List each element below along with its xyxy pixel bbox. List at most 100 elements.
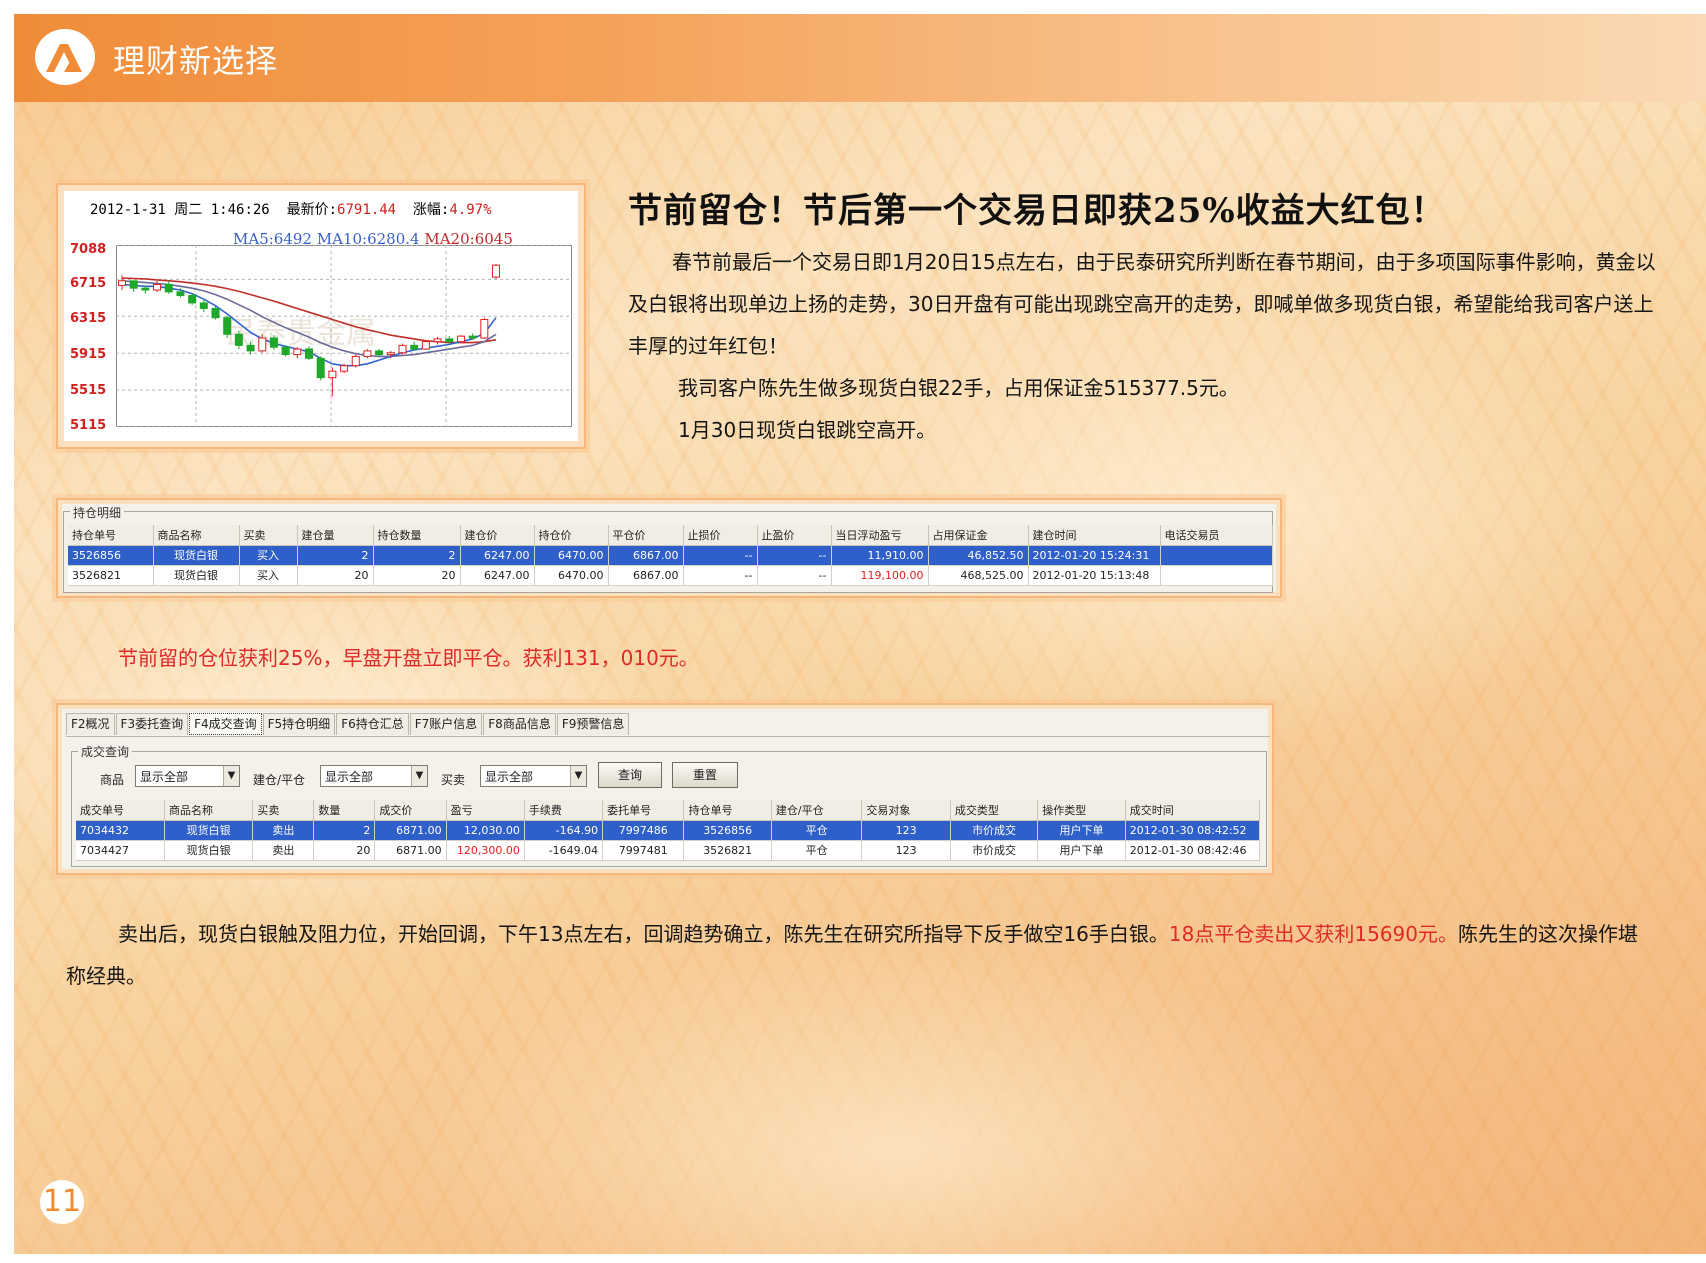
table-cell: 2 xyxy=(313,820,376,841)
table-cell: 11,910.00 xyxy=(831,545,929,566)
table-row[interactable]: 7034427 现货白银 卖出 20 6871.00 120,300.00 -1649.04… xyxy=(76,840,1261,861)
tab-item[interactable]: F6持仓汇总 xyxy=(336,713,409,735)
column-header[interactable]: 商品名称 xyxy=(153,525,240,546)
tab-item[interactable]: F7账户信息 xyxy=(409,713,483,735)
positions-header-row: 持仓单号 商品名称 买卖 建仓量 持仓数量 建仓价 持仓价 平仓价 止损价 止盈价 当日浮动盈亏 占用… xyxy=(68,525,1273,546)
trades-group-title: 成交查询 xyxy=(78,743,133,760)
column-header[interactable]: 建仓时间 xyxy=(1028,525,1161,546)
function-tabs: F2概况 F3委托查询 F4成交查询 F5持仓明细 F6持仓汇总 F7账户信息 F8商品信息… xyxy=(66,713,630,735)
candle-body xyxy=(433,338,442,343)
candle-body xyxy=(421,341,430,350)
query-button[interactable]: 查询 xyxy=(598,762,662,788)
table-row[interactable]: 3526856 现货白银 买入 2 2 6247.00 6470.00 6867.00 -- --… xyxy=(68,545,1273,566)
column-header[interactable]: 盈亏 xyxy=(446,800,525,821)
table-cell: 现货白银 xyxy=(164,840,254,861)
column-header[interactable]: 委托单号 xyxy=(602,800,685,821)
table-cell: 2012-01-30 08:42:52 xyxy=(1125,820,1261,841)
table-cell: 2012-01-20 15:24:31 xyxy=(1028,545,1161,566)
reset-button[interactable]: 重置 xyxy=(672,762,738,788)
column-header[interactable]: 电话交易员 xyxy=(1160,525,1273,546)
filter-openclose-select[interactable]: 显示全部 ▼ xyxy=(320,765,428,787)
column-header[interactable]: 持仓单号 xyxy=(683,800,772,821)
table-cell: 3526856 xyxy=(68,545,154,566)
column-header[interactable]: 成交单号 xyxy=(76,800,165,821)
candle-body xyxy=(117,280,127,286)
column-header[interactable]: 持仓单号 xyxy=(68,525,154,546)
page-top-border xyxy=(0,0,1706,14)
positions-table: 持仓单号 商品名称 买卖 建仓量 持仓数量 建仓价 持仓价 平仓价 止损价 止盈价 当日浮动盈亏 占用… xyxy=(68,525,1273,586)
table-cell: 3526821 xyxy=(68,565,154,586)
column-header[interactable]: 交易对象 xyxy=(861,800,951,821)
candle-body xyxy=(386,352,395,356)
column-header[interactable]: 占用保证金 xyxy=(928,525,1029,546)
tab-item[interactable]: F9预警信息 xyxy=(556,713,630,735)
column-header[interactable]: 建仓/平仓 xyxy=(771,800,863,821)
table-row[interactable]: 3526821 现货白银 买入 20 20 6247.00 6470.00 6867.00 --… xyxy=(68,565,1273,586)
filter-openclose-label: 建仓/平仓 xyxy=(253,773,306,787)
table-cell: 现货白银 xyxy=(153,545,240,566)
filter-side-select[interactable]: 显示全部 ▼ xyxy=(480,765,587,787)
candle-body xyxy=(211,307,220,319)
column-header[interactable]: 止损价 xyxy=(683,525,758,546)
column-header[interactable]: 当日浮动盈亏 xyxy=(831,525,929,546)
table-cell: 3526821 xyxy=(683,840,772,861)
table-row[interactable]: 7034432 现货白银 卖出 2 6871.00 12,030.00 -164.90 799… xyxy=(76,820,1261,841)
chart-weekday: 周二 xyxy=(174,202,203,218)
column-header[interactable]: 手续费 xyxy=(524,800,604,821)
column-header[interactable]: 成交价 xyxy=(374,800,447,821)
table-cell: 2 xyxy=(297,545,374,566)
table-cell: 6871.00 xyxy=(374,820,447,841)
column-header[interactable]: 建仓量 xyxy=(297,525,374,546)
tab-item[interactable]: F3委托查询 xyxy=(115,713,189,735)
candle-body xyxy=(153,283,162,291)
table-cell: 6867.00 xyxy=(608,545,684,566)
candle-body xyxy=(199,302,208,309)
column-header[interactable]: 操作类型 xyxy=(1037,800,1126,821)
column-header[interactable]: 持仓价 xyxy=(534,525,609,546)
column-header[interactable]: 止盈价 xyxy=(757,525,832,546)
table-cell: 6470.00 xyxy=(534,565,609,586)
paragraph-1: 春节前最后一个交易日即1月20日15点左右，由于民泰研究所判断在春节期间，由于多… xyxy=(628,250,1656,358)
tab-item[interactable]: F8商品信息 xyxy=(483,713,556,735)
candle-body xyxy=(234,333,243,346)
candle-body xyxy=(188,295,197,304)
column-header[interactable]: 平仓价 xyxy=(608,525,684,546)
trades-header-row: 成交单号 商品名称 买卖 数量 成交价 盈亏 手续费 委托单号 持仓单号 建仓/平仓 交易对象 成交类… xyxy=(76,800,1261,821)
column-header[interactable]: 数量 xyxy=(313,800,376,821)
candle-body xyxy=(176,291,185,297)
tab-item[interactable]: F4成交查询 xyxy=(189,713,262,735)
column-header[interactable]: 买卖 xyxy=(252,800,315,821)
candle-body xyxy=(141,287,150,291)
column-header[interactable]: 建仓价 xyxy=(460,525,535,546)
table-cell: 市价成交 xyxy=(950,820,1039,841)
column-header[interactable]: 成交类型 xyxy=(950,800,1039,821)
filter-product-select[interactable]: 显示全部 ▼ xyxy=(135,765,240,787)
filter-side-value: 显示全部 xyxy=(485,770,534,784)
column-header[interactable]: 持仓数量 xyxy=(373,525,461,546)
trades-table: 成交单号 商品名称 买卖 数量 成交价 盈亏 手续费 委托单号 持仓单号 建仓/平仓 交易对象 成交类… xyxy=(76,800,1261,861)
table-cell: 120,300.00 xyxy=(446,840,525,861)
column-header[interactable]: 成交时间 xyxy=(1125,800,1261,821)
table-cell: 6247.00 xyxy=(460,565,535,586)
candle-body xyxy=(293,348,302,356)
table-cell: 2012-01-20 15:13:48 xyxy=(1028,565,1161,586)
table-cell: -164.90 xyxy=(524,820,604,841)
candle-body xyxy=(304,348,314,359)
chevron-down-icon[interactable]: ▼ xyxy=(223,766,239,786)
profit-note: 节前留的仓位获利25%，早盘开盘立即平仓。获利131，010元。 xyxy=(118,646,699,670)
chevron-down-icon[interactable]: ▼ xyxy=(411,766,427,786)
column-header[interactable]: 商品名称 xyxy=(164,800,254,821)
change-label: 涨幅: xyxy=(412,202,450,218)
candle-body xyxy=(410,344,419,350)
tab-item[interactable]: F5持仓明细 xyxy=(262,713,336,735)
table-cell: 卖出 xyxy=(252,820,315,841)
column-header[interactable]: 买卖 xyxy=(239,525,298,546)
y-tick: 7088 xyxy=(70,242,107,257)
table-cell: 6470.00 xyxy=(534,545,609,566)
chevron-down-icon[interactable]: ▼ xyxy=(570,766,586,786)
tab-item[interactable]: F2概况 xyxy=(66,713,115,735)
candle-body xyxy=(398,344,407,354)
table-cell: 7034427 xyxy=(76,840,165,861)
y-tick: 5515 xyxy=(70,383,107,398)
table-cell: 平仓 xyxy=(771,840,863,861)
